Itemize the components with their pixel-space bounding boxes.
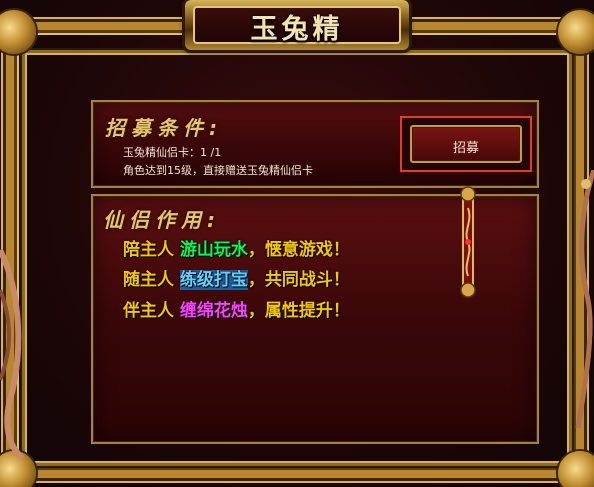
card-label: 玉兔精仙侣卡： [123, 146, 200, 159]
recruit-button-highlight[interactable]: 招募 [400, 116, 532, 172]
effect-line: 伴主人 缠绵花烛，属性提升！ [123, 296, 350, 321]
companion-effect-heading: 仙侣作用: [103, 208, 221, 232]
dialog-window: 玉兔精 招募条件: 玉兔精仙侣卡：1 /1 角色达到15级，直接赠送玉兔精仙侣卡… [0, 0, 594, 487]
card-count: 1 /1 [200, 146, 222, 159]
effect-prefix: 伴主人 [123, 301, 174, 321]
recruit-button-label: 招募 [452, 141, 479, 156]
effect-highlight: 游山玩水 [179, 240, 248, 260]
recruit-button[interactable]: 招募 [410, 125, 522, 163]
card-count-line: 玉兔精仙侣卡：1 /1 [123, 144, 221, 160]
effect-highlight: 缠绵花烛 [179, 301, 248, 321]
effect-prefix: 陪主人 [123, 240, 174, 260]
effect-suffix: ，惬意游戏！ [247, 240, 350, 260]
effect-suffix: ，共同战斗！ [247, 270, 350, 290]
effect-line: 陪主人 游山玩水，惬意游戏！ [123, 235, 350, 260]
level-note: 角色达到15级，直接赠送玉兔精仙侣卡 [123, 164, 313, 177]
effect-prefix: 随主人 [123, 270, 174, 290]
effect-line: 随主人 练级打宝，共同战斗！ [123, 265, 350, 290]
side-decoration-right [575, 170, 594, 429]
scroll-ornament [460, 186, 476, 298]
window-title: 玉兔精 [250, 14, 344, 45]
title-plaque: 玉兔精 [185, 0, 409, 50]
effect-highlight: 练级打宝 [179, 270, 248, 290]
recruit-conditions-heading: 招募条件: [105, 116, 223, 140]
effect-suffix: ，属性提升！ [247, 301, 350, 321]
side-decoration-left [0, 248, 25, 460]
corner-ornament [558, 10, 594, 54]
